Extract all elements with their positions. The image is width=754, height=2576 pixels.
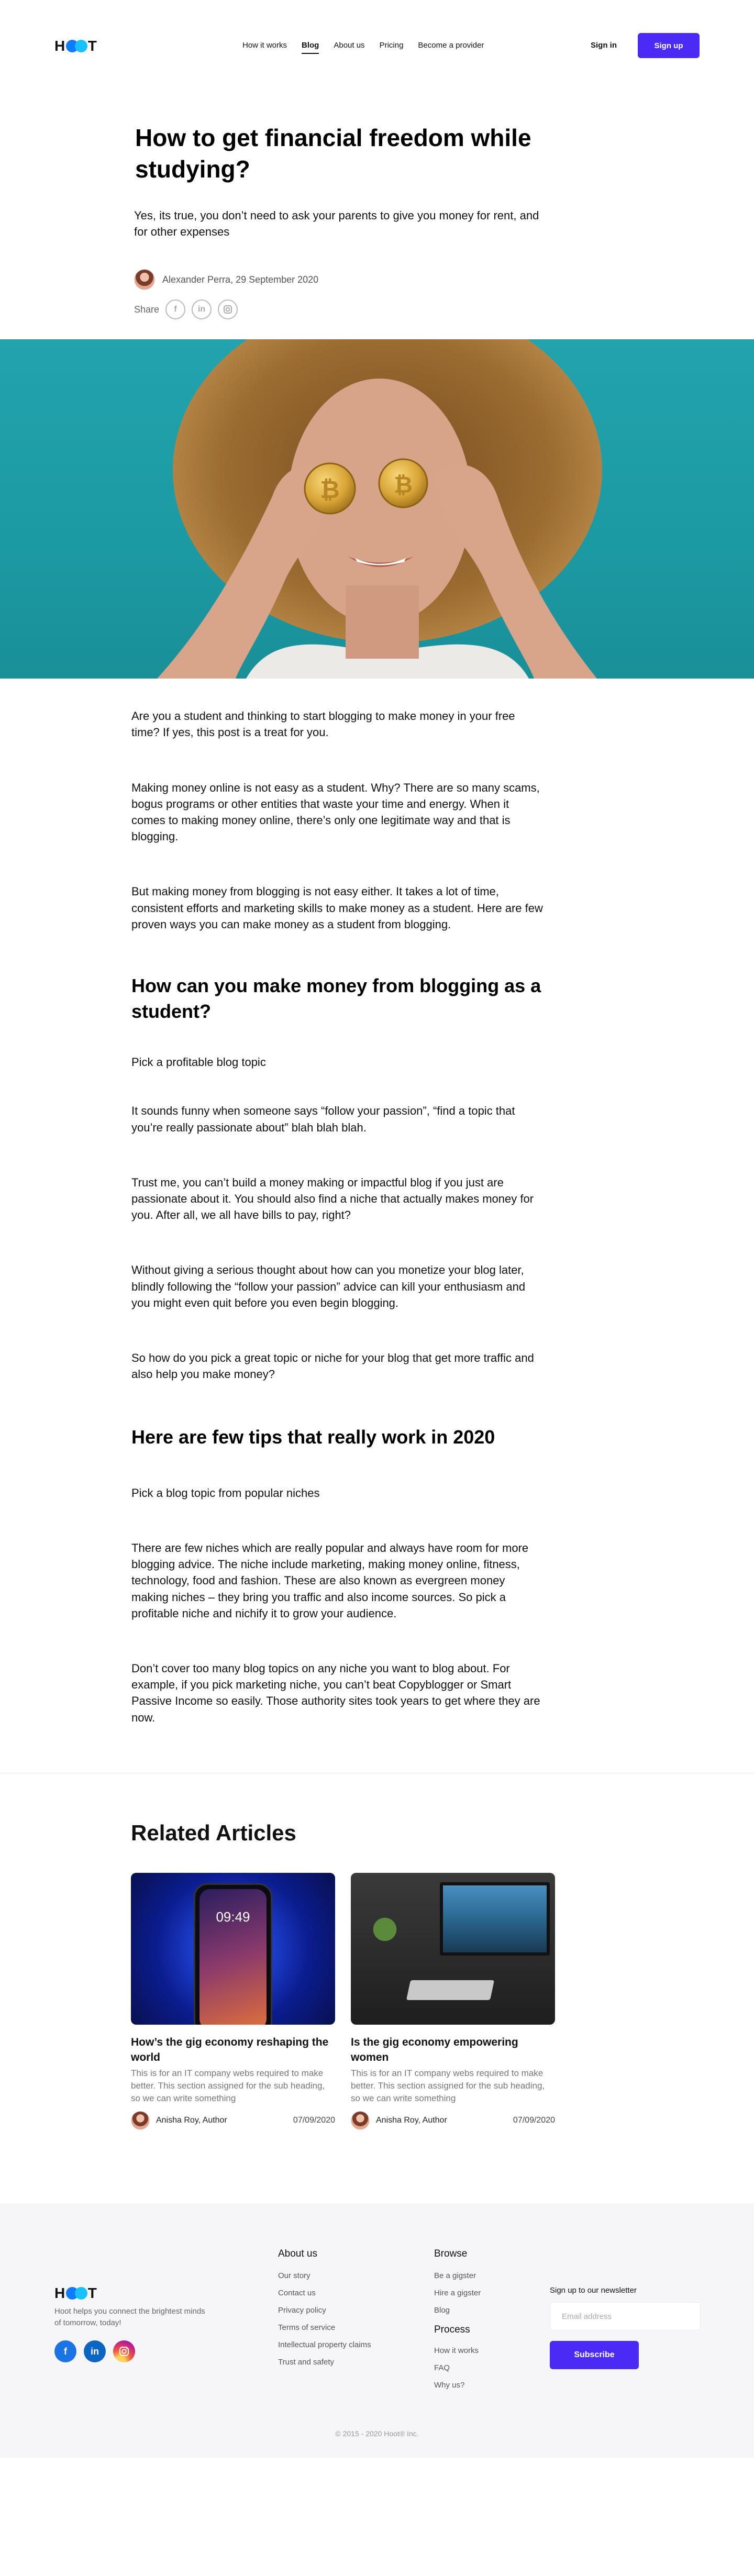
paragraph: Trust me, you can’t build a money making… xyxy=(131,1175,534,1222)
card-title[interactable]: Is the gig economy empowering women xyxy=(351,2035,555,2065)
article-card[interactable]: 09:49 How’s the gig economy reshaping th… xyxy=(131,1872,335,2130)
paragraph: Without giving a serious thought about h… xyxy=(131,1263,526,1309)
linkedin-icon[interactable]: in xyxy=(192,299,212,320)
main-nav: How it works Blog About us Pricing Becom… xyxy=(242,41,484,54)
footer-browse-column: Browse Be a gigster Hire a gigster Blog … xyxy=(434,2248,481,2398)
card-meta: Anisha Roy, Author 07/09/2020 xyxy=(351,2111,555,2130)
footer-tagline: Hoot helps you connect the brightest min… xyxy=(54,2307,205,2327)
share-row: Share f in xyxy=(134,299,754,320)
footer-process-heading: Process xyxy=(434,2324,470,2336)
hero-illustration: ₿ ₿ xyxy=(157,339,602,679)
card-image-phone[interactable]: 09:49 xyxy=(131,1872,335,2025)
card-date: 07/09/2020 xyxy=(293,2116,335,2125)
newsletter: Sign up to our newsletter Subscribe xyxy=(550,2286,701,2370)
footer-link-our-story[interactable]: Our story xyxy=(278,2271,371,2280)
footer-about-column: About us Our story Contact us Privacy po… xyxy=(278,2248,371,2375)
footer-link-privacy[interactable]: Privacy policy xyxy=(278,2306,371,2315)
instagram-icon[interactable] xyxy=(218,299,238,320)
author-avatar xyxy=(131,2111,150,2130)
card-image-desk[interactable] xyxy=(351,1872,555,2025)
paragraph: It sounds funny when someone says “follo… xyxy=(131,1104,515,1134)
section-heading: How can you make money from blogging as … xyxy=(131,975,541,1023)
footer-link-terms[interactable]: Terms of service xyxy=(278,2323,371,2332)
paragraph: But making money from blogging is not ea… xyxy=(131,885,543,931)
facebook-icon[interactable]: f xyxy=(165,299,186,320)
phone-clock: 09:49 xyxy=(216,1908,250,1925)
related-heading: Related Articles xyxy=(131,1820,296,1845)
footer-browse-heading: Browse xyxy=(434,2248,468,2260)
linkedin-icon[interactable]: in xyxy=(84,2340,106,2363)
facebook-icon[interactable]: f xyxy=(54,2340,76,2363)
sign-up-button[interactable]: Sign up xyxy=(638,33,700,58)
footer-link-contact[interactable]: Contact us xyxy=(278,2289,371,2297)
paragraph: Pick a profitable blog topic xyxy=(131,1056,266,1069)
paragraph: Are you a student and thinking to start … xyxy=(131,709,515,739)
paragraph: Making money online is not easy as a stu… xyxy=(131,781,540,843)
article-body: Are you a student and thinking to start … xyxy=(0,679,754,1726)
paragraph: So how do you pick a great topic or nich… xyxy=(131,1351,534,1381)
plant-graphic xyxy=(372,1914,398,1951)
article-title: How to get financial freedom while study… xyxy=(135,124,531,183)
hoot-logo[interactable]: H T xyxy=(54,38,97,54)
nav-how-it-works[interactable]: How it works xyxy=(242,41,287,54)
author-avatar[interactable] xyxy=(134,269,155,291)
newsletter-label: Sign up to our newsletter xyxy=(550,2286,637,2295)
svg-text:₿: ₿ xyxy=(320,475,340,504)
instagram-icon[interactable] xyxy=(113,2340,135,2363)
footer-link-trust-safety[interactable]: Trust and safety xyxy=(278,2358,371,2367)
nav-become-provider[interactable]: Become a provider xyxy=(418,41,484,54)
card-author: Anisha Roy, Author xyxy=(156,2116,227,2125)
subscribe-button[interactable]: Subscribe xyxy=(550,2341,639,2370)
copyright: © 2015 - 2020 Hoot® Inc. xyxy=(335,2429,419,2438)
footer-logo[interactable]: H T xyxy=(54,2285,97,2302)
paragraph: There are few niches which are really po… xyxy=(131,1541,529,1620)
card-description: This is for an IT company webs required … xyxy=(131,2068,325,2104)
author-row: Alexander Perra, 29 September 2020 xyxy=(134,269,754,291)
author-avatar xyxy=(351,2111,370,2130)
footer-link-hire-gigster[interactable]: Hire a gigster xyxy=(434,2289,481,2297)
card-title[interactable]: How’s the gig economy reshaping the worl… xyxy=(131,2035,335,2065)
footer-about-heading: About us xyxy=(278,2248,317,2260)
article-subtitle: Yes, its true, you don’t need to ask you… xyxy=(134,208,539,238)
social-links: f in xyxy=(54,2340,135,2363)
byline: Alexander Perra, 29 September 2020 xyxy=(162,274,319,285)
nav-blog[interactable]: Blog xyxy=(302,41,319,54)
paragraph: Don’t cover too many blog topics on any … xyxy=(131,1662,540,1724)
email-field[interactable] xyxy=(550,2302,701,2331)
phone-graphic: 09:49 xyxy=(194,1883,272,2025)
article-header: How to get financial freedom while study… xyxy=(0,123,754,320)
card-date: 07/09/2020 xyxy=(513,2116,555,2125)
card-meta: Anisha Roy, Author 07/09/2020 xyxy=(131,2111,335,2130)
monitor-graphic xyxy=(440,1882,550,1956)
footer-link-why-us[interactable]: Why us? xyxy=(434,2381,481,2390)
footer-link-how-it-works[interactable]: How it works xyxy=(434,2346,481,2355)
share-label: Share xyxy=(134,304,160,315)
site-header: H T How it works Blog About us Pricing B… xyxy=(0,0,754,89)
footer-link-blog[interactable]: Blog xyxy=(434,2306,481,2315)
section-heading: Here are few tips that really work in 20… xyxy=(131,1426,495,1448)
site-footer: H T Hoot helps you connect the brightest… xyxy=(0,2203,754,2458)
footer-link-ip-claims[interactable]: Intellectual property claims xyxy=(278,2340,371,2349)
hero-image: ₿ ₿ xyxy=(0,339,754,679)
svg-text:₿: ₿ xyxy=(394,472,413,498)
related-articles: Related Articles 09:49 How’s the gig eco… xyxy=(0,1772,754,2130)
footer-link-faq[interactable]: FAQ xyxy=(434,2363,481,2372)
related-cards: 09:49 How’s the gig economy reshaping th… xyxy=(131,1872,754,2130)
logo-dot-cyan xyxy=(74,2287,87,2300)
footer-link-be-gigster[interactable]: Be a gigster xyxy=(434,2271,481,2280)
logo-dot-cyan xyxy=(74,40,87,52)
nav-pricing[interactable]: Pricing xyxy=(380,41,404,54)
article-card[interactable]: Is the gig economy empowering women This… xyxy=(351,1872,555,2130)
paragraph: Pick a blog topic from popular niches xyxy=(131,1486,320,1500)
nav-about-us[interactable]: About us xyxy=(334,41,364,54)
keyboard-graphic xyxy=(406,1980,495,2000)
card-author: Anisha Roy, Author xyxy=(376,2116,447,2125)
sign-in-link[interactable]: Sign in xyxy=(591,41,617,50)
card-description: This is for an IT company webs required … xyxy=(351,2068,545,2104)
